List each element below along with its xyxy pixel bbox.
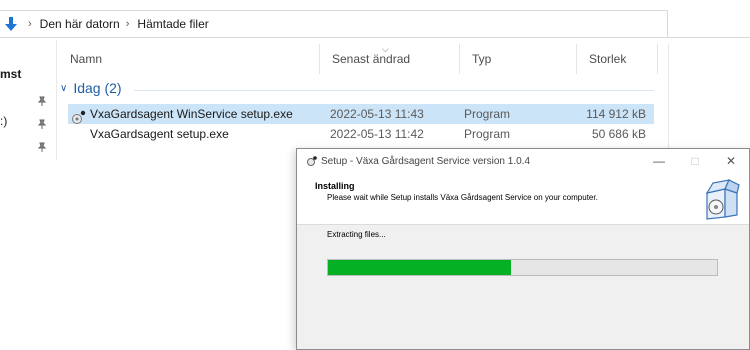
address-bar[interactable]: › Den här datorn › Hämtade filer <box>0 10 668 38</box>
column-label: Storlek <box>589 52 627 66</box>
file-type: Program <box>464 107 511 121</box>
scrollbar-edge <box>668 44 669 160</box>
dialog-subheading: Please wait while Setup installs Växa Gå… <box>327 193 598 202</box>
chevron-right-icon: › <box>28 18 32 30</box>
setup-app-icon <box>307 156 317 166</box>
file-explorer-window: › Den här datorn › Hämtade filer mst :) … <box>0 0 750 160</box>
file-date: 2022-05-13 11:43 <box>330 107 424 121</box>
navigation-pane: mst :) <box>0 40 57 160</box>
dialog-titlebar[interactable]: Setup - Växa Gårdsagent Service version … <box>297 149 749 173</box>
file-date: 2022-05-13 11:42 <box>330 127 424 141</box>
dialog-header: Installing Please wait while Setup insta… <box>297 173 749 225</box>
column-header-name[interactable]: Namn <box>58 44 320 74</box>
file-name-cell[interactable]: VxaGardsagent WinService setup.exe <box>68 107 322 124</box>
maximize-icon: □ <box>691 154 699 168</box>
pin-icon[interactable] <box>37 93 47 106</box>
file-row[interactable]: VxaGardsagent setup.exe 2022-05-13 11:42… <box>68 124 654 144</box>
progress-bar <box>327 259 718 276</box>
dialog-body: Extracting files... <box>297 226 749 349</box>
file-size: 114 912 kB <box>586 107 646 121</box>
setup-dialog: Setup - Växa Gårdsagent Service version … <box>296 148 750 350</box>
install-status-text: Extracting files... <box>327 230 386 239</box>
column-headers: Namn ⌵ Senast ändrad Typ Storlek <box>58 44 658 74</box>
breadcrumb-downloads[interactable]: Hämtade filer <box>137 17 208 31</box>
pin-icon[interactable] <box>37 116 47 129</box>
progress-bar-fill <box>328 260 511 275</box>
group-label: Idag (2) <box>73 80 122 96</box>
group-divider <box>134 90 654 91</box>
download-arrow-icon <box>0 17 22 31</box>
file-name: VxaGardsagent WinService setup.exe <box>90 107 293 121</box>
column-label: Typ <box>472 52 492 66</box>
file-name-cell[interactable]: VxaGardsagent setup.exe <box>68 127 322 141</box>
column-header-type[interactable]: Typ <box>460 44 577 74</box>
installer-box-icon <box>699 177 743 221</box>
close-icon[interactable]: ✕ <box>713 149 749 173</box>
dialog-heading: Installing <box>315 181 355 191</box>
column-header-date-modified[interactable]: ⌵ Senast ändrad <box>320 44 460 74</box>
file-row[interactable]: VxaGardsagent WinService setup.exe 2022-… <box>68 104 654 124</box>
exe-file-icon <box>72 110 86 124</box>
file-name: VxaGardsagent setup.exe <box>90 127 229 141</box>
nav-item-label[interactable]: mst <box>0 67 21 81</box>
breadcrumb-this-pc[interactable]: Den här datorn <box>40 17 120 31</box>
group-header-today[interactable]: ∨ Idag (2) <box>60 80 122 96</box>
sort-descending-icon: ⌵ <box>382 44 389 54</box>
pin-icon[interactable] <box>37 139 47 152</box>
chevron-right-icon[interactable]: › <box>126 18 130 30</box>
column-label: Namn <box>70 52 103 66</box>
nav-item-label[interactable]: :) <box>0 114 7 128</box>
column-header-size[interactable]: Storlek <box>577 44 658 74</box>
chevron-down-icon[interactable]: ∨ <box>60 83 67 94</box>
dialog-title: Setup - Växa Gårdsagent Service version … <box>321 155 531 167</box>
file-type: Program <box>464 127 511 141</box>
file-size: 50 686 kB <box>591 127 646 141</box>
column-label: Senast ändrad <box>332 52 411 66</box>
minimize-icon[interactable]: — <box>641 149 677 173</box>
search-box-area[interactable] <box>668 10 750 38</box>
